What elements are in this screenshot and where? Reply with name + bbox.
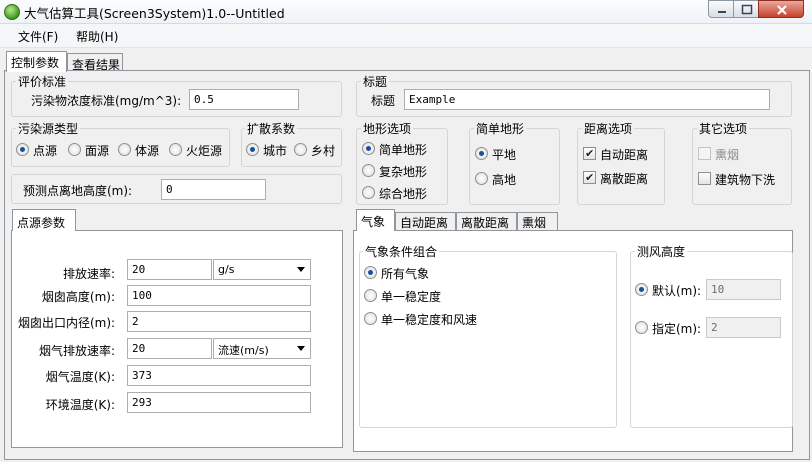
criteria-group-title: 评价标准 bbox=[16, 73, 69, 90]
stack-height-input[interactable]: 100 bbox=[127, 285, 311, 306]
radio-area-source[interactable] bbox=[68, 143, 81, 156]
emission-rate-label: 排放速率: bbox=[62, 267, 115, 281]
tab-view-results[interactable]: 查看结果 bbox=[67, 53, 123, 72]
stability-windspeed-label[interactable]: 单一稳定度和风速 bbox=[381, 311, 477, 328]
gas-temp-input[interactable]: 373 bbox=[127, 365, 311, 386]
conc-standard-label: 污染物浓度标准(mg/m^3): bbox=[31, 94, 182, 108]
terrain-group-title: 地形选项 bbox=[361, 120, 414, 137]
distance-group bbox=[577, 128, 665, 205]
source-type-group-title: 污染源类型 bbox=[16, 120, 81, 137]
rural-label[interactable]: 乡村 bbox=[311, 142, 335, 159]
stack-height-label: 烟囱高度(m): bbox=[41, 290, 115, 304]
combined-terrain-label[interactable]: 综合地形 bbox=[379, 185, 427, 202]
maximize-button[interactable] bbox=[733, 0, 759, 18]
radio-simple-terrain[interactable] bbox=[362, 142, 375, 155]
title-group-title: 标题 bbox=[361, 73, 390, 90]
radio-combined-terrain[interactable] bbox=[362, 186, 375, 199]
radio-custom-height[interactable] bbox=[635, 321, 648, 334]
radio-flare-source[interactable] bbox=[169, 143, 182, 156]
distance-group-title: 距离选项 bbox=[582, 120, 635, 137]
discrete-distance-label[interactable]: 离散距离 bbox=[600, 170, 648, 187]
emission-rate-input[interactable]: 20 bbox=[127, 259, 212, 280]
chevron-down-icon bbox=[297, 267, 305, 272]
chevron-down-icon bbox=[297, 346, 305, 351]
ambient-temp-label: 环境温度(K): bbox=[45, 398, 115, 412]
radio-flat[interactable] bbox=[475, 147, 488, 160]
fumigation-label: 熏烟 bbox=[715, 148, 740, 162]
radio-volume-source[interactable] bbox=[118, 143, 131, 156]
simple-terrain-label[interactable]: 简单地形 bbox=[379, 141, 427, 158]
flare-source-label[interactable]: 火炬源 bbox=[186, 142, 222, 159]
default-height-input[interactable]: 10 bbox=[706, 279, 781, 300]
radio-urban[interactable] bbox=[246, 143, 259, 156]
custom-height-input[interactable]: 2 bbox=[706, 317, 781, 338]
discrete-distance-checkbox[interactable]: ✔ bbox=[583, 171, 596, 184]
tab-discrete-distance[interactable]: 离散距离 bbox=[456, 212, 517, 230]
menu-help[interactable]: 帮助(H) bbox=[76, 28, 118, 45]
radio-default-height[interactable] bbox=[635, 283, 648, 296]
tab-point-source-params[interactable]: 点源参数 bbox=[12, 209, 76, 231]
auto-distance-label[interactable]: 自动距离 bbox=[600, 146, 648, 163]
default-height-label[interactable]: 默认(m): bbox=[652, 282, 701, 299]
anemometer-group-title: 测风高度 bbox=[635, 243, 688, 260]
tab-fumigation[interactable]: 熏烟 bbox=[517, 212, 558, 230]
tab-auto-distance[interactable]: 自动距离 bbox=[395, 212, 456, 230]
maximize-icon bbox=[741, 4, 753, 15]
point-source-label[interactable]: 点源 bbox=[33, 142, 57, 159]
menu-bar bbox=[0, 24, 812, 48]
radio-point-source[interactable] bbox=[16, 143, 29, 156]
auto-distance-checkbox[interactable]: ✔ bbox=[583, 147, 596, 160]
single-stability-label[interactable]: 单一稳定度 bbox=[381, 288, 441, 305]
tab-meteorology[interactable]: 气象 bbox=[356, 209, 395, 231]
emission-rate-unit-value: g/s bbox=[218, 263, 235, 276]
complex-terrain-label[interactable]: 复杂地形 bbox=[379, 163, 427, 180]
flat-label[interactable]: 平地 bbox=[492, 146, 516, 163]
radio-rural[interactable] bbox=[294, 143, 307, 156]
downwash-checkbox[interactable] bbox=[698, 172, 711, 185]
radio-all-meteorology[interactable] bbox=[364, 266, 377, 279]
simple-terrain-group-title: 简单地形 bbox=[474, 120, 527, 137]
other-options-group-title: 其它选项 bbox=[697, 120, 750, 137]
minimize-button[interactable] bbox=[708, 0, 734, 18]
menu-file[interactable]: 文件(F) bbox=[18, 28, 58, 45]
close-button[interactable] bbox=[758, 0, 804, 18]
exit-velocity-label: 烟气排放速率: bbox=[38, 344, 115, 358]
minimize-icon bbox=[718, 11, 726, 13]
radio-complex-terrain[interactable] bbox=[362, 164, 375, 177]
radio-elevated[interactable] bbox=[475, 172, 488, 185]
exit-velocity-input[interactable]: 20 bbox=[127, 338, 212, 359]
area-source-label[interactable]: 面源 bbox=[85, 142, 109, 159]
exit-velocity-unit-select[interactable]: 流速(m/s) bbox=[213, 338, 311, 359]
title-label: 标题 bbox=[371, 94, 396, 108]
custom-height-label[interactable]: 指定(m): bbox=[652, 320, 701, 337]
radio-single-stability[interactable] bbox=[364, 289, 377, 302]
conc-standard-input[interactable]: 0.5 bbox=[189, 89, 299, 110]
downwash-label[interactable]: 建筑物下洗 bbox=[715, 171, 775, 188]
radio-stability-windspeed[interactable] bbox=[364, 312, 377, 325]
close-icon bbox=[777, 5, 787, 15]
simple-terrain-group bbox=[469, 128, 560, 205]
tab-control-params[interactable]: 控制参数 bbox=[6, 51, 67, 72]
window-title: 大气估算工具(Screen3System)1.0--Untitled bbox=[24, 6, 285, 21]
emission-rate-unit-select[interactable]: g/s bbox=[213, 259, 311, 280]
meteorology-group-title: 气象条件组合 bbox=[363, 243, 440, 260]
exit-velocity-unit-value: 流速(m/s) bbox=[218, 344, 269, 357]
other-options-group bbox=[692, 128, 792, 205]
app-icon bbox=[4, 4, 20, 20]
ambient-temp-input[interactable]: 293 bbox=[127, 392, 311, 413]
fumigation-checkbox[interactable] bbox=[698, 147, 711, 160]
receptor-height-label: 预测点离地高度(m): bbox=[23, 184, 133, 198]
dispersion-group-title: 扩散系数 bbox=[245, 120, 298, 137]
title-input[interactable]: Example bbox=[404, 89, 770, 110]
gas-temp-label: 烟气温度(K): bbox=[45, 370, 115, 384]
anemometer-group bbox=[630, 251, 793, 428]
stack-diameter-label: 烟囱出口内径(m): bbox=[18, 316, 116, 330]
volume-source-label[interactable]: 体源 bbox=[135, 142, 159, 159]
receptor-height-input[interactable]: 0 bbox=[161, 179, 266, 200]
elevated-label[interactable]: 高地 bbox=[492, 171, 516, 188]
all-meteorology-label[interactable]: 所有气象 bbox=[381, 265, 429, 282]
urban-label[interactable]: 城市 bbox=[263, 142, 287, 159]
stack-diameter-input[interactable]: 2 bbox=[127, 311, 311, 332]
